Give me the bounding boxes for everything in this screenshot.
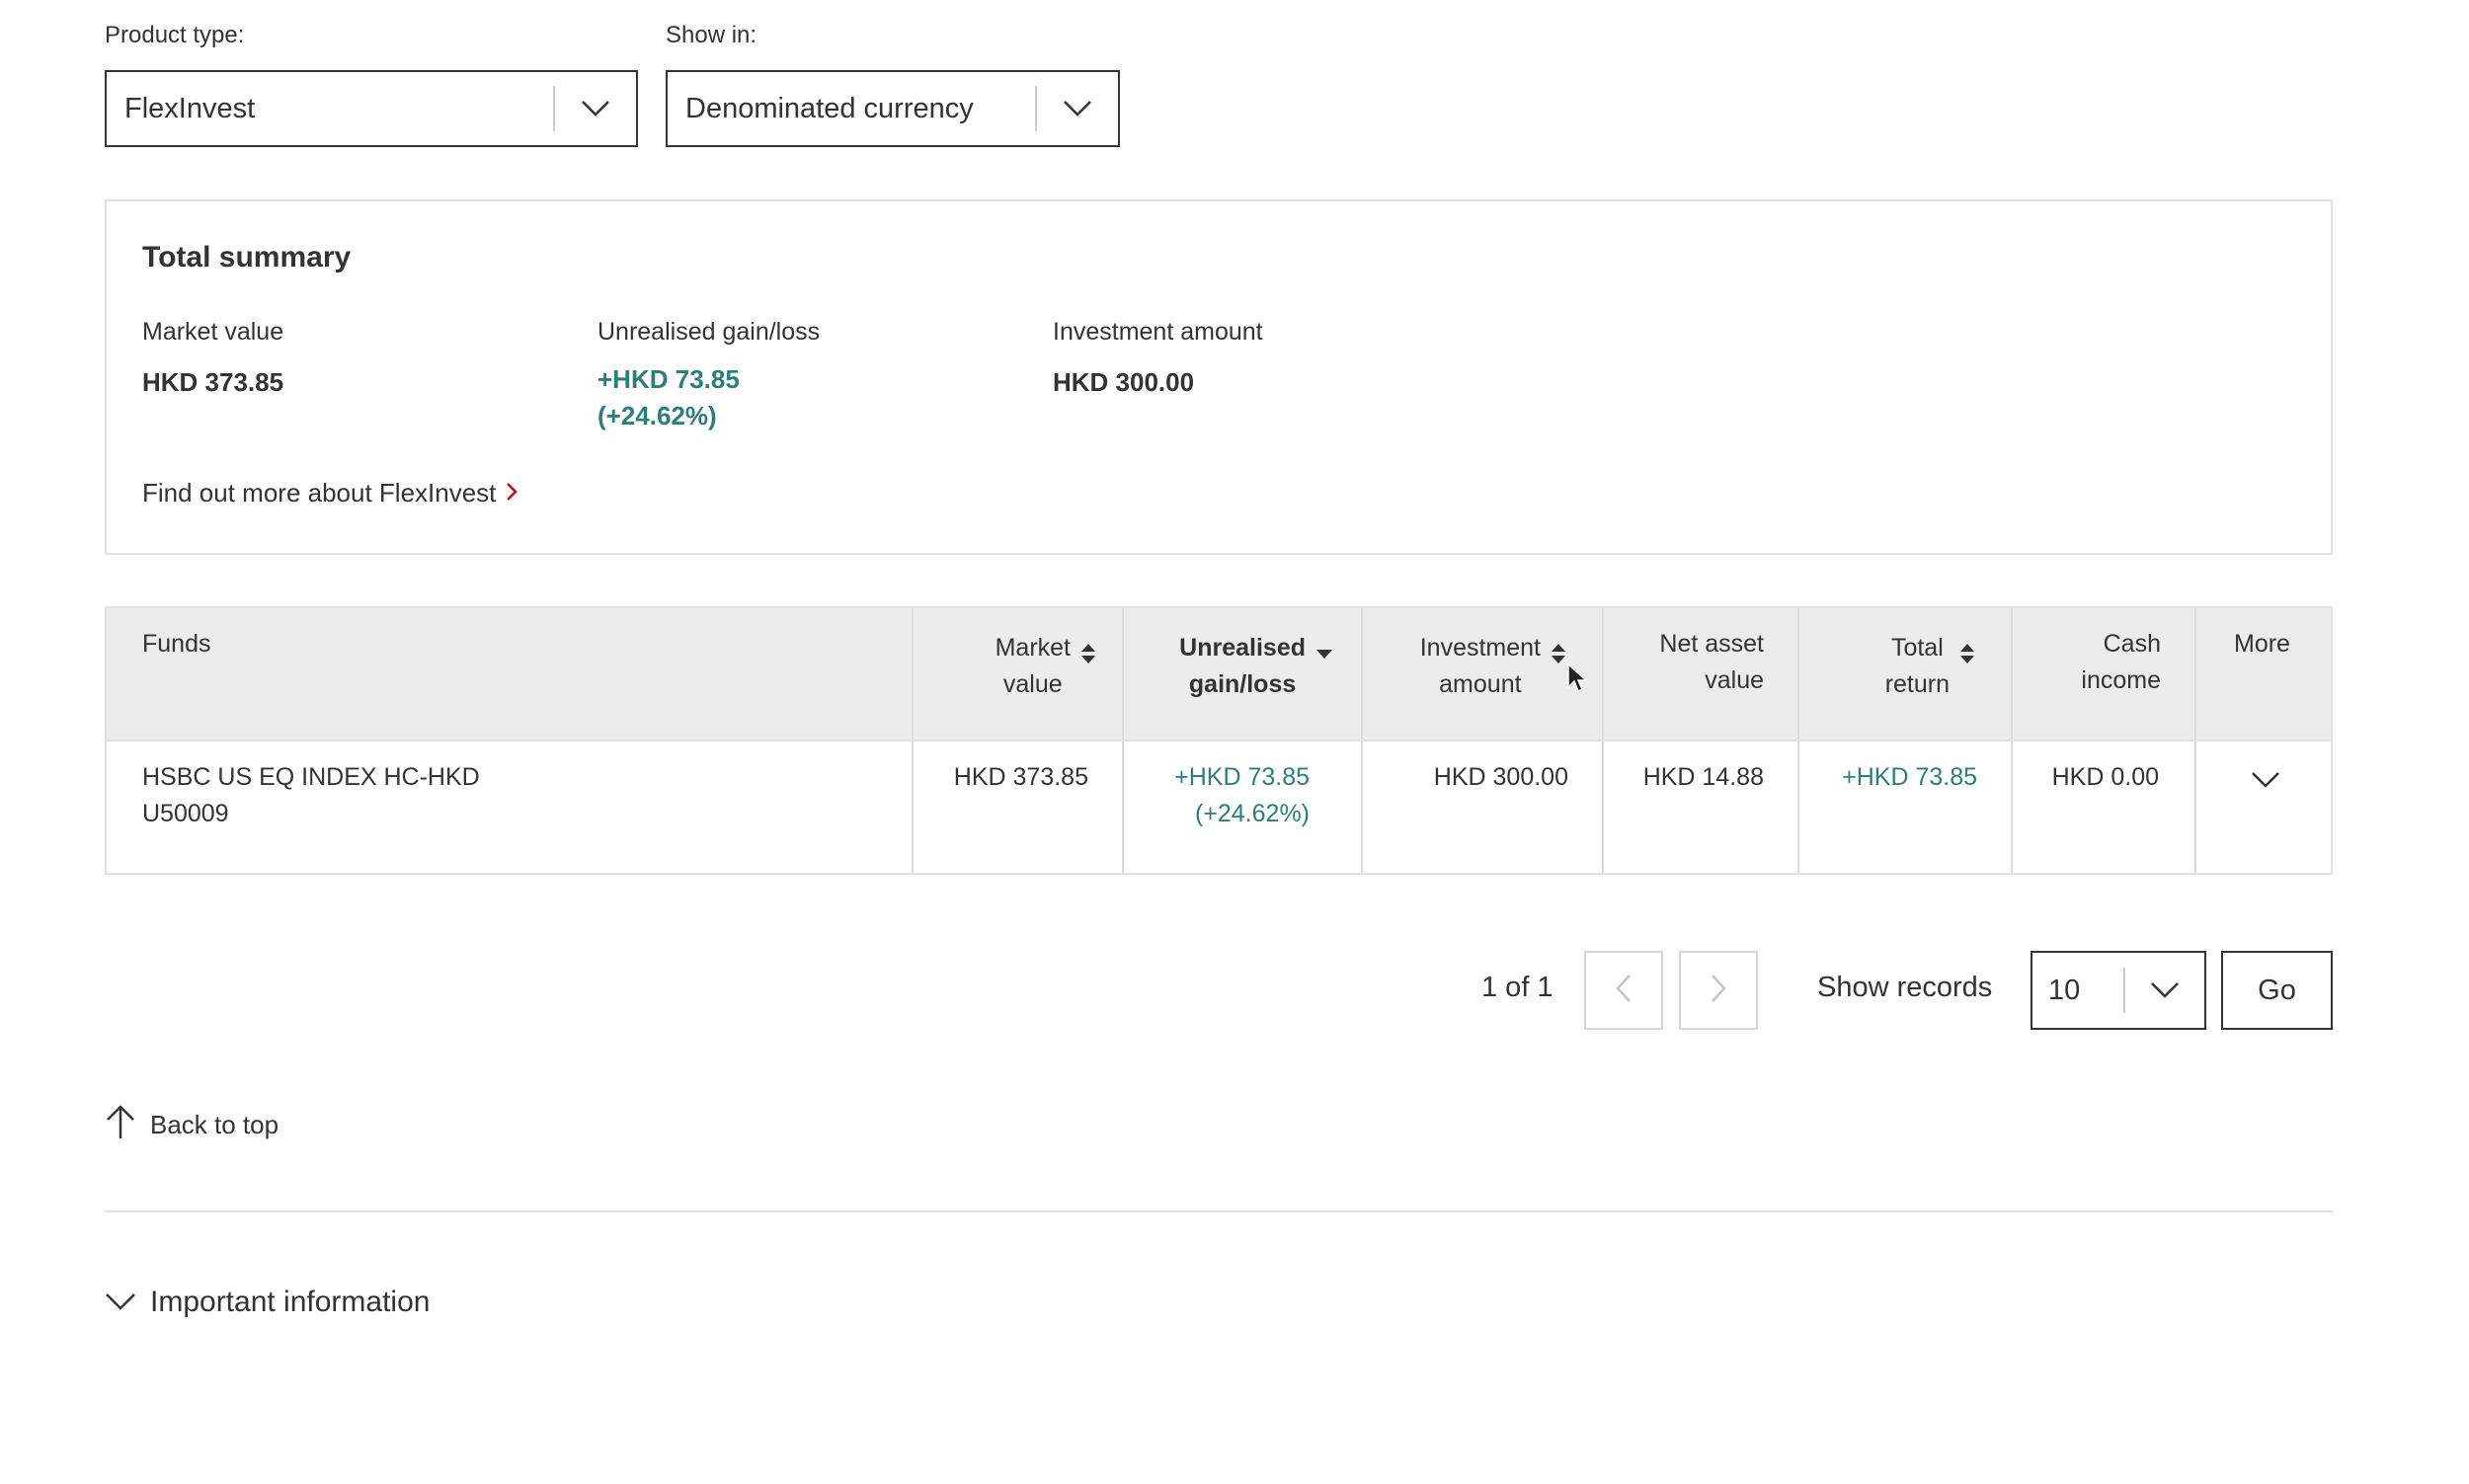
header-net-asset-value: Net asset value bbox=[1659, 626, 1764, 699]
prev-page-button[interactable] bbox=[1584, 951, 1663, 1030]
show-in-value: Denominated currency bbox=[685, 92, 974, 124]
records-per-page-select[interactable]: 10 bbox=[2031, 951, 2206, 1030]
fund-code: U50009 bbox=[142, 800, 229, 827]
header-market-value[interactable]: Market value bbox=[996, 630, 1098, 703]
records-per-page-value: 10 bbox=[2048, 974, 2081, 1006]
header-funds: Funds bbox=[142, 630, 211, 658]
cell-unrealised: +HKD 73.85 (+24.62%) bbox=[1174, 759, 1310, 832]
show-in-select[interactable]: Denominated currency bbox=[666, 70, 1120, 147]
product-type-label: Product type: bbox=[105, 22, 245, 48]
market-value-amount: HKD 373.85 bbox=[142, 367, 284, 397]
header-investment-amount[interactable]: Investment amount bbox=[1420, 630, 1568, 703]
cell-market-value: HKD 373.85 bbox=[953, 763, 1088, 791]
chevron-down-icon bbox=[2251, 771, 2280, 794]
header-investment-line2: amount bbox=[1439, 670, 1522, 698]
header-market-value-line1: Market bbox=[995, 634, 1071, 662]
cell-unrealised-amount: +HKD 73.85 bbox=[1174, 763, 1310, 791]
header-market-value-line2: value bbox=[1002, 670, 1063, 698]
summary-title: Total summary bbox=[142, 241, 352, 273]
cell-cash-income: HKD 0.00 bbox=[2051, 763, 2159, 791]
sort-icon bbox=[1959, 642, 1977, 703]
back-to-top-text: Back to top bbox=[150, 1110, 279, 1139]
investment-amount-value: HKD 300.00 bbox=[1053, 367, 1195, 397]
header-cash-income-line1: Cash bbox=[2103, 630, 2161, 658]
unrealised-amount-percent: (+24.62%) bbox=[597, 401, 717, 430]
sort-icon bbox=[1551, 642, 1568, 703]
next-page-button[interactable] bbox=[1679, 951, 1758, 1030]
page-info: 1 of 1 bbox=[1481, 972, 1553, 1003]
header-total-return-line1: Total bbox=[1890, 634, 1944, 662]
header-total-return[interactable]: Total return bbox=[1885, 630, 1977, 703]
important-information-toggle[interactable]: Important information bbox=[105, 1286, 430, 1319]
holdings-table: Funds Market value Unrealised gain/loss … bbox=[105, 606, 2333, 875]
cell-investment-amount: HKD 300.00 bbox=[1433, 763, 1568, 791]
header-unrealised-line2: gain/loss bbox=[1188, 670, 1297, 698]
market-value-label: Market value bbox=[142, 318, 284, 346]
cell-unrealised-percent: (+24.62%) bbox=[1194, 800, 1310, 827]
find-out-more-text: Find out more about FlexInvest bbox=[142, 478, 497, 508]
header-unrealised-line1: Unrealised bbox=[1179, 634, 1306, 662]
expand-row-button[interactable] bbox=[2246, 767, 2285, 797]
header-more: More bbox=[2234, 630, 2290, 658]
unrealised-label: Unrealised gain/loss bbox=[597, 318, 821, 346]
unrealised-amount-value: +HKD 73.85 bbox=[597, 364, 740, 394]
table-row: HSBC US EQ INDEX HC-HKD U50009 HKD 373.8… bbox=[107, 742, 2331, 875]
chevron-right-icon bbox=[1711, 974, 1726, 1008]
fund-cell[interactable]: HSBC US EQ INDEX HC-HKD U50009 bbox=[142, 759, 480, 832]
arrow-up-icon bbox=[105, 1104, 136, 1146]
header-cash-income-line2: income bbox=[2081, 666, 2161, 694]
go-button[interactable]: Go bbox=[2221, 951, 2333, 1030]
page: Product type: FlexInvest Show in: Denomi… bbox=[0, 0, 2469, 1484]
investment-amount-label: Investment amount bbox=[1053, 318, 1263, 346]
back-to-top-link[interactable]: Back to top bbox=[105, 1104, 279, 1146]
divider bbox=[105, 1211, 2333, 1212]
cell-total-return: +HKD 73.85 bbox=[1842, 763, 1977, 791]
cursor-icon bbox=[1567, 663, 1589, 700]
sort-desc-icon bbox=[1315, 642, 1333, 703]
sort-icon bbox=[1080, 642, 1098, 703]
chevron-left-icon bbox=[1616, 974, 1632, 1008]
header-unrealised[interactable]: Unrealised gain/loss bbox=[1179, 630, 1333, 703]
chevron-down-icon bbox=[2125, 953, 2204, 1028]
chevron-down-icon bbox=[555, 72, 636, 145]
find-out-more-link[interactable]: Find out more about FlexInvest bbox=[142, 478, 518, 508]
important-information-text: Important information bbox=[150, 1286, 431, 1318]
unrealised-amount: +HKD 73.85 (+24.62%) bbox=[597, 361, 740, 434]
header-investment-line1: Investment bbox=[1419, 634, 1541, 662]
show-in-label: Show in: bbox=[666, 22, 757, 48]
header-cash-income: Cash income bbox=[2081, 626, 2161, 699]
product-type-select[interactable]: FlexInvest bbox=[105, 70, 638, 147]
chevron-down-icon bbox=[1037, 72, 1118, 145]
cell-net-asset-value: HKD 14.88 bbox=[1642, 763, 1764, 791]
fund-name: HSBC US EQ INDEX HC-HKD bbox=[142, 763, 480, 791]
total-summary-panel: Total summary Market value HKD 373.85 Un… bbox=[105, 199, 2333, 555]
chevron-down-icon bbox=[105, 1286, 136, 1319]
header-total-return-line2: return bbox=[1884, 670, 1950, 698]
product-type-value: FlexInvest bbox=[124, 92, 256, 124]
chevron-right-icon bbox=[506, 478, 518, 508]
show-records-label: Show records bbox=[1817, 972, 1993, 1003]
header-nav-line1: Net asset bbox=[1659, 630, 1764, 658]
header-nav-line2: value bbox=[1705, 666, 1764, 694]
